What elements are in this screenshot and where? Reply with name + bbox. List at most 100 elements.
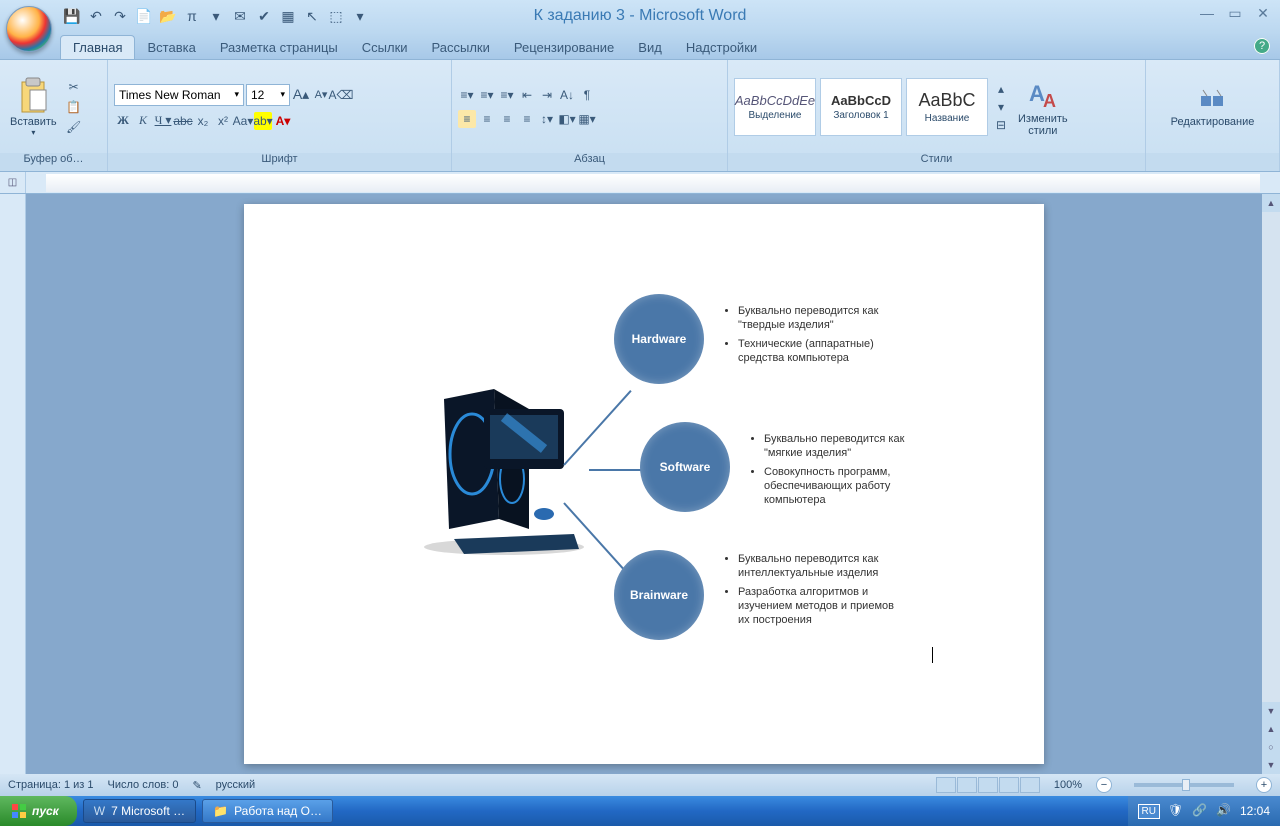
taskbar-item-word[interactable]: W7 Microsoft …	[83, 799, 196, 823]
mail-icon[interactable]: ✉	[230, 6, 250, 26]
zoom-value[interactable]: 100%	[1054, 779, 1082, 791]
style-item[interactable]: AaBbCcD Заголовок 1	[820, 78, 902, 136]
borders-icon[interactable]: ▦▾	[578, 110, 596, 128]
qat-dropdown[interactable]: ▾	[206, 6, 226, 26]
close-button[interactable]: ✕	[1252, 4, 1274, 22]
shrink-font-icon[interactable]: A▾	[312, 86, 330, 104]
maximize-button[interactable]: ▭	[1224, 4, 1246, 22]
draft-view[interactable]	[1020, 777, 1040, 793]
status-page[interactable]: Страница: 1 из 1	[8, 779, 94, 791]
copy-icon[interactable]: 📋	[65, 98, 83, 116]
indent-icon[interactable]: ⇥	[538, 86, 556, 104]
print-layout-view[interactable]	[936, 777, 956, 793]
grow-font-icon[interactable]: A▴	[292, 86, 310, 104]
qat-more-dropdown[interactable]: ▾	[350, 6, 370, 26]
show-marks-icon[interactable]: ¶	[578, 86, 596, 104]
tray-volume-icon[interactable]: 🔊	[1216, 803, 1232, 819]
tray-clock[interactable]: 12:04	[1240, 804, 1270, 818]
tray-shield-icon[interactable]: 🛡	[1168, 803, 1184, 819]
tab-home[interactable]: Главная	[60, 35, 135, 59]
scroll-down-icon[interactable]: ▼	[1262, 702, 1280, 720]
new-icon[interactable]: 📄	[134, 6, 154, 26]
equation-icon[interactable]: π	[182, 6, 202, 26]
start-button[interactable]: пуск	[0, 796, 77, 826]
change-styles-button[interactable]: AA Изменить стили	[1014, 67, 1072, 147]
tab-layout[interactable]: Разметка страницы	[208, 36, 350, 59]
browse-prev-icon[interactable]: ▲	[1262, 720, 1280, 738]
status-words[interactable]: Число слов: 0	[108, 779, 179, 791]
page[interactable]: Hardware Software Brainware Буквально пе…	[244, 204, 1044, 764]
zoom-thumb[interactable]	[1182, 779, 1190, 791]
tab-review[interactable]: Рецензирование	[502, 36, 626, 59]
clear-format-icon[interactable]: A⌫	[332, 86, 350, 104]
redo-icon[interactable]: ↷	[110, 6, 130, 26]
styles-up-icon[interactable]: ▴	[992, 80, 1010, 98]
italic-icon[interactable]: К	[134, 112, 152, 130]
styles-down-icon[interactable]: ▾	[992, 98, 1010, 116]
align-center-icon[interactable]: ≡	[478, 110, 496, 128]
reading-view[interactable]	[957, 777, 977, 793]
minimize-button[interactable]: —	[1196, 4, 1218, 22]
change-case-icon[interactable]: Aa▾	[234, 112, 252, 130]
zoom-slider[interactable]	[1134, 783, 1234, 787]
style-item[interactable]: AaBbC Название	[906, 78, 988, 136]
scroll-up-icon[interactable]: ▲	[1262, 194, 1280, 212]
zoom-in-icon[interactable]: +	[1256, 777, 1272, 793]
taskbar-item-folder[interactable]: 📁Работа над О…	[202, 799, 333, 823]
cut-icon[interactable]: ✂	[65, 78, 83, 96]
browse-object-icon[interactable]: ○	[1262, 738, 1280, 756]
zoom-out-icon[interactable]: −	[1096, 777, 1112, 793]
tab-addons[interactable]: Надстройки	[674, 36, 769, 59]
tray-lang[interactable]: RU	[1138, 804, 1160, 819]
spell-icon[interactable]: ✔	[254, 6, 274, 26]
page-viewport[interactable]: Hardware Software Brainware Буквально пе…	[26, 194, 1262, 774]
tab-mailings[interactable]: Рассылки	[420, 36, 502, 59]
justify-icon[interactable]: ≡	[518, 110, 536, 128]
font-color-icon[interactable]: A▾	[274, 112, 292, 130]
open-icon[interactable]: 📂	[158, 6, 178, 26]
underline-icon[interactable]: Ч ▾	[154, 112, 172, 130]
tab-view[interactable]: Вид	[626, 36, 674, 59]
office-button[interactable]	[6, 6, 52, 52]
bullets-icon[interactable]: ≡▾	[458, 86, 476, 104]
numbering-icon[interactable]: ≡▾	[478, 86, 496, 104]
font-family-combo[interactable]: Times New Roman▾	[114, 84, 244, 106]
strike-icon[interactable]: abc	[174, 112, 192, 130]
shading-icon[interactable]: ◧▾	[558, 110, 576, 128]
spell-check-icon[interactable]: ✎	[192, 779, 201, 792]
save-icon[interactable]: 💾	[62, 6, 82, 26]
cursor-icon[interactable]: ↖	[302, 6, 322, 26]
browse-next-icon[interactable]: ▼	[1262, 756, 1280, 774]
outline-view[interactable]	[999, 777, 1019, 793]
line-spacing-icon[interactable]: ↕▾	[538, 110, 556, 128]
format-painter-icon[interactable]: 🖌	[65, 118, 83, 136]
ruler-toggle[interactable]: ◫	[0, 172, 26, 193]
highlight-icon[interactable]: ab▾	[254, 112, 272, 130]
outdent-icon[interactable]: ⇤	[518, 86, 536, 104]
superscript-icon[interactable]: x²	[214, 112, 232, 130]
vertical-scrollbar[interactable]: ▲ ▼ ▲ ○ ▼	[1262, 194, 1280, 774]
help-icon[interactable]: ?	[1254, 38, 1270, 54]
style-item[interactable]: AaBbCcDdEe Выделение	[734, 78, 816, 136]
tray-network-icon[interactable]: 🔗	[1192, 803, 1208, 819]
align-right-icon[interactable]: ≡	[498, 110, 516, 128]
tab-references[interactable]: Ссылки	[350, 36, 420, 59]
table-icon[interactable]: ▦	[278, 6, 298, 26]
group-icon[interactable]: ⬚	[326, 6, 346, 26]
styles-more-icon[interactable]: ⊟	[992, 116, 1010, 134]
undo-icon[interactable]: ↶	[86, 6, 106, 26]
web-view[interactable]	[978, 777, 998, 793]
multilevel-icon[interactable]: ≡▾	[498, 86, 516, 104]
font-size-combo[interactable]: 12▾	[246, 84, 290, 106]
editing-button[interactable]: Редактирование	[1167, 67, 1259, 147]
tab-insert[interactable]: Вставка	[135, 36, 207, 59]
bold-icon[interactable]: Ж	[114, 112, 132, 130]
horizontal-ruler[interactable]	[46, 174, 1260, 192]
status-lang[interactable]: русский	[216, 779, 255, 791]
subscript-icon[interactable]: x₂	[194, 112, 212, 130]
vertical-ruler[interactable]	[0, 194, 26, 774]
sort-icon[interactable]: A↓	[558, 86, 576, 104]
align-left-icon[interactable]: ≡	[458, 110, 476, 128]
scroll-track[interactable]	[1262, 212, 1280, 702]
paste-button[interactable]: Вставить ▾	[6, 65, 61, 149]
